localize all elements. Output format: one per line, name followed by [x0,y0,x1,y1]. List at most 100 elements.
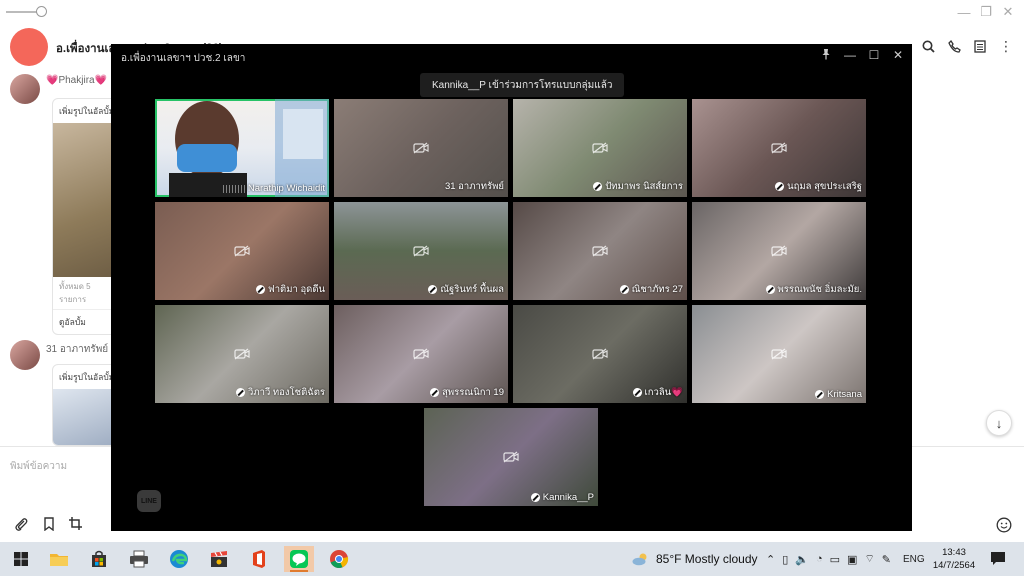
taskbar-app-store[interactable] [84,546,114,572]
clapperboard-icon [211,551,227,567]
minimize-icon[interactable]: — [844,48,856,63]
camera-off-icon [413,348,429,360]
weather-text: 85°F Mostly cloudy [656,552,758,566]
avatar[interactable] [10,340,40,370]
network-icon[interactable]: ⌔ [864,552,874,566]
taskbar-app-chrome[interactable] [324,546,354,572]
pen-icon[interactable]: ✎ [882,553,891,566]
taskbar-app-printer[interactable] [124,546,154,572]
participant-tile[interactable]: ณิชาภัทร 27 [513,202,687,300]
participant-name: สุพรรณนิกา 19 [430,385,504,400]
clock-date: 14/7/2564 [932,560,976,571]
taskbar-app-video-editor[interactable] [204,546,234,572]
camera-off-icon [234,348,250,360]
muted-mic-icon [593,182,603,191]
restore-icon[interactable]: ❐ [978,4,994,20]
notification-icon [991,552,1005,565]
participant-name: พรรณพนัช อิ่มละมัย. [765,282,862,297]
group-avatar[interactable] [10,28,48,66]
participant-tile[interactable]: นฤมล สุขประเสริฐ [692,99,866,197]
participant-tile[interactable]: พรรณพนัช อิ่มละมัย. [692,202,866,300]
tablet-icon[interactable]: ▯ [782,553,788,566]
folder-icon [50,554,68,566]
emoji-icon[interactable] [996,517,1012,538]
participant-name: 31 อาภาทรัพย์ [444,181,504,192]
taskbar-app-edge[interactable] [164,546,194,572]
weather-widget[interactable]: 85°F Mostly cloudy [632,552,758,566]
camera-icon[interactable]: ▣ [847,553,857,566]
participant-name: ณิชาภัทร 27 [619,282,683,297]
participant-name: วิภาวี ทองโชติฉัตร [236,385,325,400]
muted-mic-icon [815,390,825,399]
window-opacity-slider-track[interactable] [6,11,38,13]
wifi-icon[interactable]: ◔ [816,553,823,565]
input-toolbar [12,517,86,535]
join-notification: Kannika__P เข้าร่วมการโทรแบบกลุ่มแล้ว [420,73,625,97]
camera-off-icon [413,142,429,154]
camera-off-icon [592,142,608,154]
camera-off-icon [503,451,519,463]
participant-tile[interactable]: ฟาติมา อุดดีน [155,202,329,300]
search-icon[interactable] [920,38,936,54]
group-call-window: อ.เพื่องานเลขาฯ ปวช.2 เลขา — ☐ ✕ Kannika… [111,44,912,531]
muted-mic-icon [619,285,629,294]
notification-center-button[interactable] [990,551,1006,567]
battery-icon[interactable]: ▭ [830,553,840,566]
camera-off-icon [592,245,608,257]
participant-tile[interactable]: Narathip Wichaidit [155,99,329,197]
muted-mic-icon [632,388,642,397]
muted-mic-icon [430,388,440,397]
participant-tile[interactable]: ปัทมาพร นิสส์ยการ [513,99,687,197]
window-opacity-slider-knob[interactable] [36,6,47,17]
participant-name: ปัทมาพร นิสส์ยการ [593,179,683,194]
pin-icon[interactable] [820,48,832,63]
participant-tile[interactable]: วิภาวี ทองโชติฉัตร [155,305,329,403]
muted-mic-icon [775,182,785,191]
line-logo: LINE [137,490,161,512]
participant-tile[interactable]: สุพรรณนิกา 19 [334,305,508,403]
participant-name: Kritsana [815,389,862,400]
start-button[interactable] [6,546,36,572]
more-menu-icon[interactable]: ⋮ [998,38,1014,54]
clock-time: 13:43 [942,547,966,558]
speaker-icon[interactable]: 🔈 [795,553,809,566]
participant-name: เกวลิน💗 [632,385,683,400]
participant-tile[interactable]: ณัฐรินทร์ พื้นผล [334,202,508,300]
participant-tile[interactable]: Kannika__P [424,408,598,506]
printer-icon [130,550,148,568]
phone-icon[interactable] [946,38,962,54]
camera-off-icon [771,348,787,360]
taskbar-app-office[interactable] [244,546,274,572]
message-sender: 31 อาภาทรัพย์ [46,344,109,355]
participant-tile[interactable]: เกวลิน💗 [513,305,687,403]
maximize-icon[interactable]: ☐ [868,48,880,63]
camera-off-icon [771,142,787,154]
edge-icon [170,550,188,568]
taskbar-app-file-explorer[interactable] [44,546,74,572]
muted-mic-icon [255,285,265,294]
chrome-icon [330,550,349,569]
participant-tile[interactable]: Kritsana [692,305,866,403]
minimize-icon[interactable]: — [956,4,972,20]
notes-icon[interactable] [972,38,988,54]
message-sender: 💗Phakjira💗 [46,75,108,86]
avatar[interactable] [10,74,40,104]
close-icon[interactable]: ✕ [1000,4,1016,20]
store-icon [92,550,106,567]
input-language[interactable]: ENG [903,554,925,565]
clock[interactable]: 13:43 14/7/2564 [932,546,976,572]
attach-icon[interactable] [12,517,30,535]
camera-off-icon [771,245,787,257]
scroll-to-bottom-button[interactable]: ↓ [986,410,1012,436]
screenshot-crop-icon[interactable] [68,517,86,535]
participant-tile[interactable]: 31 อาภาทรัพย์ [334,99,508,197]
call-window-title: อ.เพื่องานเลขาฯ ปวช.2 เลขา [121,53,246,64]
taskbar-app-line[interactable] [284,546,314,572]
message-input[interactable]: พิมพ์ข้อความ [10,459,67,474]
line-app-icon [290,550,308,568]
bookmark-icon[interactable] [40,517,58,535]
chevron-up-icon[interactable]: ⌃ [766,553,775,566]
muted-mic-icon [530,493,540,502]
close-icon[interactable]: ✕ [892,48,904,63]
camera-off-icon [413,245,429,257]
